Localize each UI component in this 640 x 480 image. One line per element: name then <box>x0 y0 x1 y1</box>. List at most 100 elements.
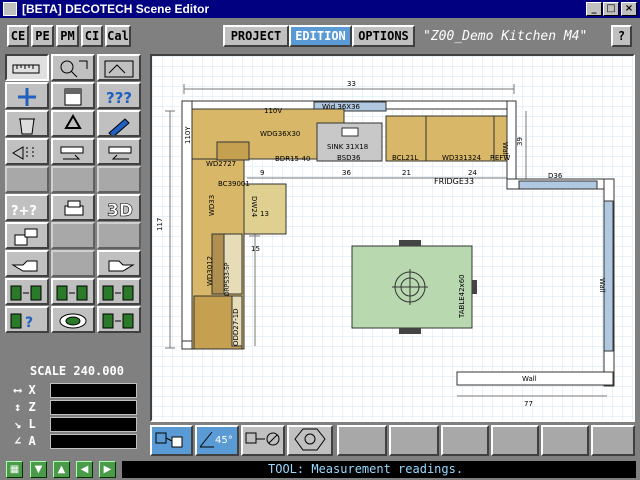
add-query-tool[interactable]: ?+? <box>5 194 49 221</box>
object-snap-button[interactable] <box>287 425 333 456</box>
bc-label: BC39001 <box>218 180 250 188</box>
align-tool[interactable] <box>5 138 49 165</box>
grid-move-icon <box>10 285 42 301</box>
grid-query-tool[interactable]: ? <box>5 306 49 333</box>
arrow-up-icon[interactable]: ▲ <box>53 461 70 478</box>
d110y-label: 110Y <box>184 126 192 144</box>
wd33-label: WD331324 <box>442 154 482 162</box>
angle-45-icon: 45° <box>199 431 233 448</box>
svg-text:?: ? <box>25 315 33 331</box>
measure-tool[interactable] <box>5 54 49 81</box>
undo-tool[interactable] <box>51 138 95 165</box>
hand-left-tool[interactable] <box>5 250 49 277</box>
ci-button[interactable]: CI <box>81 25 103 47</box>
project-title: "Z00_Demo Kitchen M4" <box>423 29 588 44</box>
grid-swap-tool[interactable] <box>97 278 141 305</box>
undo-icon <box>60 146 84 160</box>
d9-label: 9 <box>260 169 264 177</box>
empty-tool-slot <box>491 425 539 456</box>
x-readout-label: ⟷ X <box>14 383 48 397</box>
bsd-label: BSD36 <box>337 154 361 162</box>
empty-tool-slot <box>51 250 95 277</box>
wall-end-label: Wall <box>501 142 509 157</box>
pe-button[interactable]: PE <box>31 25 54 47</box>
project-tab[interactable]: PROJECT <box>223 25 289 47</box>
minimize-button[interactable]: _ <box>586 2 602 16</box>
empty-tool-slot <box>591 425 635 456</box>
arrow-left-icon[interactable]: ◀ <box>76 461 93 478</box>
print-icon <box>64 200 84 216</box>
ce-button[interactable]: CE <box>7 25 29 47</box>
cabinet-tool[interactable] <box>51 82 95 109</box>
layer-tool[interactable] <box>51 306 95 333</box>
hand-right-icon <box>108 260 135 272</box>
3d-icon: 3D <box>107 201 134 220</box>
empty-tool-slot <box>337 425 387 456</box>
dim-bottom-label: 77 <box>524 400 533 408</box>
dim-top-label: 33 <box>347 80 356 88</box>
floor-plan-canvas[interactable]: 33 117 77 39 110Y 110V Wid 36X36 WDG36X3… <box>150 54 635 422</box>
paint-tool[interactable] <box>5 222 49 249</box>
z-readout-label: ↕ Z <box>14 400 48 414</box>
cal-button[interactable]: Cal <box>105 25 131 47</box>
floor-plan[interactable]: 33 117 77 39 110Y 110V Wid 36X36 WDG36X3… <box>152 56 633 420</box>
svg-text:3D: 3D <box>107 201 133 220</box>
wdg-label: WDG36X30 <box>260 130 300 138</box>
angle-45-button[interactable]: 45° <box>195 425 239 456</box>
bcl-label: BCL21L <box>392 154 418 162</box>
edit-tool[interactable] <box>97 110 141 137</box>
align-icon <box>12 146 34 160</box>
pantry-label: DRPS33-5P <box>224 262 231 296</box>
3d-tool[interactable]: 3D <box>97 194 141 221</box>
close-button[interactable]: × <box>621 2 637 16</box>
wall-bottom-label: Wall <box>522 375 537 383</box>
help-button[interactable]: ? <box>611 25 632 47</box>
edition-tab[interactable]: EDITION <box>289 25 352 47</box>
pm-button[interactable]: PM <box>56 25 79 47</box>
tool-status-text: TOOL: Measurement readings. <box>122 461 636 478</box>
grid-icon[interactable]: ▦ <box>6 461 23 478</box>
hand-right-tool[interactable] <box>97 250 141 277</box>
scale-label: SCALE 240.000 <box>30 364 124 378</box>
wd2727-label: WD2727 <box>206 160 236 168</box>
status-bar: ▦ ▼ ▲ ◀ ▶ TOOL: Measurement readings. <box>0 458 640 480</box>
delete-tool[interactable] <box>5 110 49 137</box>
maximize-button[interactable]: □ <box>603 2 619 16</box>
query-icon: ??? <box>106 89 132 107</box>
no-snap-button[interactable] <box>241 425 285 456</box>
add-tool[interactable] <box>5 82 49 109</box>
grid-copy-tool[interactable] <box>51 278 95 305</box>
arrow-vertical-icon: ↕ <box>14 400 22 414</box>
a-readout <box>50 434 137 449</box>
empty-tool-slot <box>51 222 95 249</box>
grid-move-tool[interactable] <box>5 278 49 305</box>
options-tab[interactable]: OPTIONS <box>352 25 415 47</box>
cabinet-icon <box>64 88 82 106</box>
add-query-icon: ?+? <box>11 204 37 219</box>
no-snap-icon <box>245 432 280 446</box>
d36x-label: 36 <box>342 169 351 177</box>
recycle-tool[interactable] <box>51 110 95 137</box>
query-tool[interactable]: ??? <box>97 82 141 109</box>
print-tool[interactable] <box>51 194 95 221</box>
empty-tool-slot <box>97 222 141 249</box>
grid-group-tool[interactable] <box>97 306 141 333</box>
object-snap-icon <box>294 428 326 451</box>
redo-tool[interactable] <box>97 138 141 165</box>
title-bar: [BETA] DECOTECH Scene Editor _ □ × <box>0 0 640 18</box>
layer-icon <box>59 313 87 329</box>
add-icon <box>18 88 36 106</box>
hand-left-icon <box>11 260 38 272</box>
x-label: X <box>28 383 36 397</box>
snap-grid-button[interactable] <box>150 425 193 456</box>
arrow-right-icon[interactable]: ▶ <box>99 461 116 478</box>
length-icon: ↘ <box>14 417 22 431</box>
d21-label: 21 <box>402 169 411 177</box>
window-title: [BETA] DECOTECH Scene Editor <box>22 2 210 16</box>
view-fit-tool[interactable] <box>97 54 141 81</box>
l-readout-label: ↘ L <box>14 417 48 431</box>
arrow-down-icon[interactable]: ▼ <box>30 461 47 478</box>
odd-label: ODD27-1D <box>232 308 240 346</box>
zoom-extents-tool[interactable] <box>51 54 95 81</box>
empty-tool-slot <box>441 425 489 456</box>
